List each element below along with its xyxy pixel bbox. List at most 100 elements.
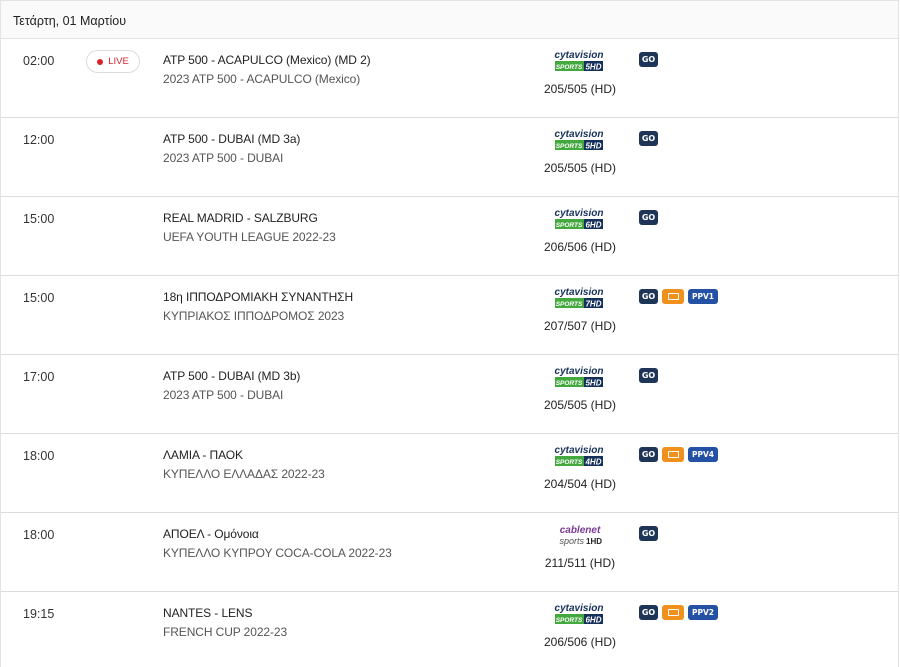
event-list: 02:00 LIVE ATP 500 - ACAPULCO (Mexico) (MD… (1, 39, 898, 667)
channel-logo-sports: sports (559, 536, 584, 546)
event-row[interactable]: 02:00 LIVE ATP 500 - ACAPULCO (Mexico) (MD… (1, 39, 898, 118)
event-title[interactable]: ATP 500 - ACAPULCO (Mexico) (MD 2) (163, 53, 371, 67)
channel-logo-brand: cytavision (555, 50, 604, 61)
platform-icons: GO (639, 52, 658, 67)
event-competition: ΚΥΠΕΛΛΟ ΕΛΛΑΔΑΣ 2022-23 (163, 467, 325, 481)
channel-number: 204/504 (HD) (543, 477, 617, 491)
event-time: 15:00 (23, 212, 55, 226)
channel-logo-brand: cytavision (555, 129, 604, 140)
channel-logo-sports: SPORTS (556, 222, 583, 229)
platform-icons: GO (639, 210, 658, 225)
ppv-badge[interactable]: PPV2 (688, 605, 719, 620)
event-title[interactable]: ΑΠΟΕΛ - Ομόνοια (163, 527, 259, 541)
go-platform-icon[interactable]: GO (639, 289, 658, 304)
tv-screen-icon (667, 609, 679, 616)
event-row[interactable]: 18:00 ΑΠΟΕΛ - Ομόνοια ΚΥΠΕΛΛΟ ΚΥΠΡΟΥ COCA-… (1, 513, 898, 592)
event-time: 02:00 (23, 54, 55, 68)
channel-logo-brand: cytavision (555, 287, 604, 298)
event-row[interactable]: 18:00 ΛΑΜΙΑ - ΠΑΟΚ ΚΥΠΕΛΛΟ ΕΛΛΑΔΑΣ 2022-23… (1, 434, 898, 513)
go-platform-icon[interactable]: GO (639, 447, 658, 462)
event-row[interactable]: 15:00 REAL MADRID - SALZBURG UEFA YOUTH LE… (1, 197, 898, 276)
tv-platform-icon[interactable] (662, 289, 684, 304)
live-badge[interactable]: LIVE (86, 50, 140, 73)
tv-platform-icon[interactable] (662, 605, 684, 620)
channel-logo-number: 6HD (585, 221, 601, 230)
event-competition: 2023 ATP 500 - ACAPULCO (Mexico) (163, 72, 361, 86)
cytavision-sports-logo: cytavision SPORTS 6HD (555, 208, 604, 230)
tv-screen-icon (667, 293, 679, 300)
event-row[interactable]: 15:00 18η ΙΠΠΟΔΡΟΜΙΑΚΗ ΣΥΝΑΝΤΗΣΗ ΚΥΠΡΙΑΚΟΣ… (1, 276, 898, 355)
cytavision-sports-logo: cytavision SPORTS 5HD (555, 129, 604, 151)
channel-logo-sports: SPORTS (556, 380, 583, 387)
event-competition: 2023 ATP 500 - DUBAI (163, 388, 284, 402)
event-row[interactable]: 19:15 NANTES - LENS FRENCH CUP 2022-23 cyta… (1, 592, 898, 667)
channel-logo-sports: SPORTS (556, 459, 583, 466)
cytavision-sports-logo: cytavision SPORTS 7HD (555, 287, 604, 309)
event-time: 18:00 (23, 449, 55, 463)
channel-logo-number: 4HD (584, 458, 601, 467)
platform-icons: GO PPV2 (639, 605, 719, 620)
platform-icons: GO (639, 368, 658, 383)
tv-screen-icon (667, 451, 679, 458)
channel-logo-number: 5HD (585, 379, 601, 388)
channel-logo-number: 5HD (585, 63, 601, 72)
channel-logo-sports: SPORTS (556, 617, 583, 624)
channel-logo-brand: cytavision (555, 445, 604, 456)
channel-logo-number: 7HD (585, 300, 601, 309)
platform-icons: GO (639, 526, 658, 541)
event-row[interactable]: 12:00 ATP 500 - DUBAI (MD 3a) 2023 ATP 500… (1, 118, 898, 197)
channel-number: 211/511 (HD) (544, 556, 616, 570)
event-title[interactable]: ATP 500 - DUBAI (MD 3a) (163, 132, 300, 146)
channel-logo-sports: SPORTS (556, 301, 583, 308)
event-title[interactable]: NANTES - LENS (163, 606, 252, 620)
event-row[interactable]: 17:00 ATP 500 - DUBAI (MD 3b) 2023 ATP 500… (1, 355, 898, 434)
tv-schedule: Τετάρτη, 01 Μαρτίου 02:00 LIVE ATP 500 - A… (0, 0, 899, 667)
event-competition: ΚΥΠΡΙΑΚΟΣ ΙΠΠΟΔΡΟΜΟΣ 2023 (163, 309, 345, 323)
channel-number: 207/507 (HD) (543, 319, 617, 333)
event-time: 18:00 (23, 528, 55, 542)
channel-logo-number: 1HD (586, 537, 602, 546)
ppv-badge[interactable]: PPV4 (688, 447, 719, 462)
cytavision-sports-logo: cytavision SPORTS 4HD (555, 445, 604, 467)
event-title[interactable]: 18η ΙΠΠΟΔΡΟΜΙΑΚΗ ΣΥΝΑΝΤΗΣΗ (163, 290, 353, 304)
event-time: 15:00 (23, 291, 55, 305)
event-time: 19:15 (23, 607, 55, 621)
channel-number: 206/506 (HD) (543, 240, 617, 254)
event-time: 12:00 (23, 133, 55, 147)
go-platform-icon[interactable]: GO (639, 605, 658, 620)
event-time: 17:00 (23, 370, 55, 384)
channel-logo-sports: SPORTS (556, 143, 583, 150)
event-competition: UEFA YOUTH LEAGUE 2022-23 (163, 230, 336, 244)
go-platform-icon[interactable]: GO (639, 131, 658, 146)
event-title[interactable]: ΛΑΜΙΑ - ΠΑΟΚ (163, 448, 243, 462)
live-dot-icon (97, 58, 104, 65)
channel-logo-brand: cytavision (555, 603, 604, 614)
channel-logo-number: 6HD (585, 616, 601, 625)
channel-logo-number: 5HD (585, 142, 601, 151)
event-competition: 2023 ATP 500 - DUBAI (163, 151, 284, 165)
channel-logo-sports: SPORTS (556, 64, 583, 71)
event-title[interactable]: ATP 500 - DUBAI (MD 3b) (163, 369, 300, 383)
channel-logo-brand: cytavision (555, 366, 604, 377)
go-platform-icon[interactable]: GO (639, 526, 658, 541)
go-platform-icon[interactable]: GO (639, 52, 658, 67)
platform-icons: GO PPV1 (639, 289, 719, 304)
cytavision-sports-logo: cytavision SPORTS 5HD (555, 366, 604, 388)
cytavision-sports-logo: cytavision SPORTS 6HD (555, 603, 604, 625)
cablenet-sports-logo: cablenetsports 1HD (559, 525, 602, 546)
event-title[interactable]: REAL MADRID - SALZBURG (163, 211, 318, 225)
channel-number: 205/505 (HD) (543, 82, 617, 96)
go-platform-icon[interactable]: GO (639, 368, 658, 383)
cytavision-sports-logo: cytavision SPORTS 5HD (555, 50, 604, 72)
channel-logo-brand: cablenet (560, 525, 601, 536)
tv-platform-icon[interactable] (662, 447, 684, 462)
go-platform-icon[interactable]: GO (639, 210, 658, 225)
event-competition: ΚΥΠΕΛΛΟ ΚΥΠΡΟΥ COCA-COLA 2022-23 (163, 546, 392, 560)
platform-icons: GO PPV4 (639, 447, 719, 462)
date-header: Τετάρτη, 01 Μαρτίου (1, 0, 898, 39)
channel-number: 206/506 (HD) (543, 635, 617, 649)
ppv-badge[interactable]: PPV1 (688, 289, 719, 304)
event-competition: FRENCH CUP 2022-23 (163, 625, 288, 639)
channel-number: 205/505 (HD) (543, 161, 617, 175)
channel-number: 205/505 (HD) (543, 398, 617, 412)
